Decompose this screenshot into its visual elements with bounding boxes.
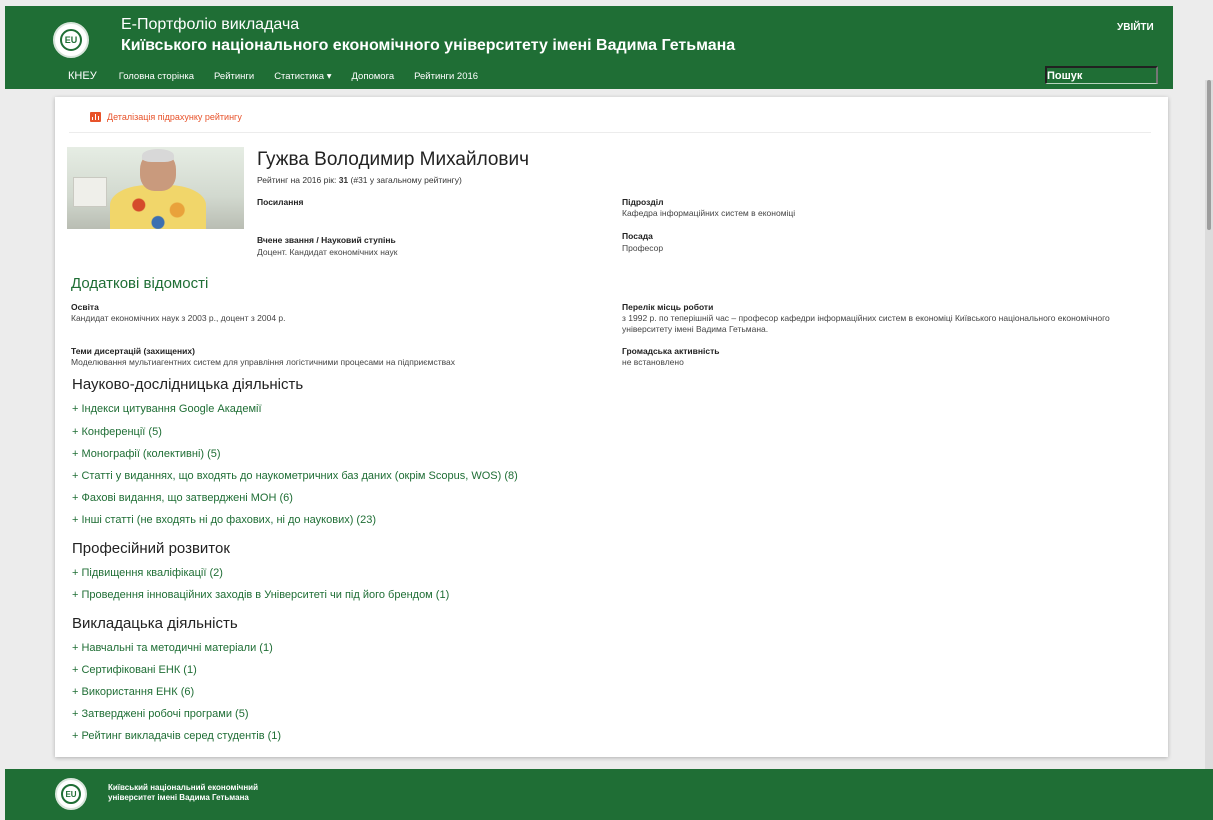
academic-title-label: Вчене звання / Науковий ступінь — [257, 235, 396, 245]
teaching-item-enk-usage[interactable]: + Використання ЕНК (6) — [72, 686, 194, 698]
additional-info-title: Додаткові відомості — [71, 275, 209, 292]
teaching-item-work-programs[interactable]: + Затверджені робочі програми (5) — [72, 708, 249, 720]
workplaces-value: з 1992 р. по теперішній час – професор к… — [622, 313, 1110, 334]
site-title-line2[interactable]: Київського національного економічного ун… — [121, 37, 735, 55]
public-activity-label: Громадська активність — [622, 346, 720, 356]
profile-name: Гужва Володимир Михайлович — [257, 149, 530, 170]
teaching-item-certified-enk[interactable]: + Сертифіковані ЕНК (1) — [72, 664, 197, 676]
profile-card: Деталізація підрахунку рейтингу Гужва Во… — [55, 97, 1168, 757]
university-logo[interactable]: EU — [53, 22, 89, 58]
rating-details-link[interactable]: Деталізація підрахунку рейтингу — [90, 112, 242, 122]
public-activity-value: не встановлено — [622, 357, 684, 367]
thesis-value: Моделювання мультиагентних систем для уп… — [71, 357, 456, 367]
education-label: Освіта — [71, 302, 99, 312]
research-item-google-scholar[interactable]: + Індекси цитування Google Академії — [72, 403, 262, 415]
position-label: Посада — [622, 231, 653, 241]
teaching-item-materials[interactable]: + Навчальні та методичні матеріали (1) — [72, 642, 273, 654]
thesis-label: Теми дисертацій (захищених) — [71, 346, 195, 356]
footer-logo[interactable]: EU — [55, 778, 87, 810]
nav-item-help[interactable]: Допомога — [352, 71, 395, 82]
divider — [69, 132, 1151, 133]
rating-value: 31 — [338, 175, 349, 185]
nav-item-home[interactable]: Головна сторінка — [119, 71, 194, 82]
department-label: Підрозділ — [622, 197, 664, 207]
position-value: Професор — [622, 243, 664, 253]
research-item-scientometric-articles[interactable]: + Статті у виданнях, що входять до науко… — [72, 470, 518, 482]
teaching-section-title: Викладацька діяльність — [72, 615, 238, 632]
research-item-other-articles[interactable]: + Інші статті (не входять ні до фахових,… — [72, 514, 376, 526]
profile-photo — [67, 147, 244, 229]
bar-chart-icon — [90, 112, 101, 122]
research-item-monographs[interactable]: + Монографії (колективні) (5) — [72, 448, 221, 460]
teaching-item-student-rating[interactable]: + Рейтинг викладачів серед студентів (1) — [72, 730, 281, 742]
scrollbar-thumb[interactable] — [1207, 80, 1211, 230]
main-nav: КНЕУ Головна сторінка Рейтинги Статистик… — [68, 70, 498, 82]
research-item-conferences[interactable]: + Конференції (5) — [72, 426, 162, 438]
footer-university-name: Київський національний економічний уніве… — [108, 783, 258, 802]
nav-item-kneu[interactable]: КНЕУ — [68, 70, 97, 82]
academic-title-value: Доцент. Кандидат економічних наук — [257, 247, 398, 257]
footer-logo-mark: EU — [61, 784, 81, 804]
nav-item-statistics[interactable]: Статистика ▾ — [274, 71, 331, 82]
professional-section-title: Професійний розвиток — [72, 540, 230, 557]
site-footer: EU Київський національний економічний ун… — [5, 769, 1213, 820]
education-value: Кандидат економічних наук з 2003 р., доц… — [71, 313, 286, 323]
links-label: Посилання — [257, 197, 304, 207]
rating-line: Рейтинг на 2016 рік: 31 (#31 у загальном… — [257, 175, 462, 185]
nav-item-ratings-2016[interactable]: Рейтинги 2016 — [414, 71, 478, 82]
department-value: Кафедра інформаційних систем в економіці — [622, 208, 796, 218]
site-title-line1[interactable]: Е-Портфоліо викладача — [121, 16, 299, 34]
workplaces-label: Перелік місць роботи — [622, 302, 714, 312]
site-header: EU Е-Портфоліо викладача Київського наці… — [5, 6, 1173, 89]
login-link[interactable]: УВІЙТИ — [1117, 22, 1154, 33]
nav-item-ratings[interactable]: Рейтинги — [214, 71, 254, 82]
research-section-title: Науково-дослідницька діяльність — [72, 376, 304, 393]
search-input[interactable] — [1045, 66, 1158, 84]
rating-details-label: Деталізація підрахунку рейтингу — [107, 112, 242, 122]
professional-item-qualification[interactable]: + Підвищення кваліфікації (2) — [72, 567, 223, 579]
research-item-professional-editions[interactable]: + Фахові видання, що затверджені МОН (6) — [72, 492, 293, 504]
professional-item-innovation-events[interactable]: + Проведення інноваційних заходів в Унів… — [72, 589, 449, 601]
university-logo-mark: EU — [60, 29, 82, 51]
